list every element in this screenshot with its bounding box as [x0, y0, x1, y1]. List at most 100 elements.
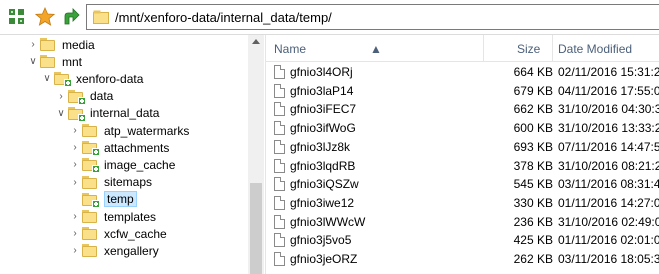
- tree-item-data[interactable]: › data: [54, 88, 113, 105]
- grid-view-icon[interactable]: [6, 6, 28, 28]
- chevron-right-icon[interactable]: ›: [68, 158, 82, 172]
- plus-badge-icon: [78, 113, 86, 122]
- address-bar[interactable]: /mnt/xenforo-data/internal_data/temp/: [86, 4, 659, 30]
- file-name: gfnio3lWWcW: [290, 214, 366, 229]
- file-date: 04/11/2016 17:55:04: [558, 83, 659, 98]
- chevron-right-icon[interactable]: ›: [54, 89, 68, 103]
- chevron-right-icon[interactable]: ›: [68, 210, 82, 224]
- tree-item-xengallery[interactable]: › xengallery: [68, 242, 159, 259]
- tree-item-attachments[interactable]: › attachments: [68, 139, 170, 157]
- tree-item-label: xengallery: [104, 243, 159, 258]
- file-size: 425 KB: [513, 233, 553, 248]
- file-icon: [274, 83, 285, 98]
- tree-item-label: internal_data: [90, 106, 160, 121]
- scroll-up-icon[interactable]: [252, 39, 260, 44]
- folder-icon: [82, 141, 100, 157]
- file-icon: [274, 65, 285, 79]
- tree-item-label: attachments: [104, 140, 170, 155]
- file-size: 662 KB: [513, 102, 553, 117]
- plus-badge-icon: [92, 148, 100, 157]
- file-date: 31/10/2016 04:30:38: [558, 102, 659, 117]
- file-name: gfnio3iwe12: [290, 195, 355, 210]
- tree-item-internal-data[interactable]: ∨ internal_data: [54, 105, 159, 122]
- chevron-right-icon[interactable]: ›: [68, 244, 82, 258]
- tree-scrollbar[interactable]: [248, 35, 264, 274]
- tree-item-mnt[interactable]: ∨ mnt: [26, 53, 82, 70]
- column-name[interactable]: Name: [274, 42, 306, 56]
- file-date: 07/11/2016 14:47:56: [558, 139, 659, 154]
- tree-item-xcfw-cache[interactable]: › xcfw_cache: [68, 225, 167, 242]
- chevron-right-icon[interactable]: ›: [68, 124, 82, 138]
- file-name: gfnio3lJz8k: [290, 139, 351, 154]
- chevron-down-icon[interactable]: ∨: [26, 55, 40, 69]
- file-size: 262 KB: [513, 252, 553, 266]
- tree-item-atp-watermarks[interactable]: › atp_watermarks: [68, 122, 189, 139]
- tree-item-label: mnt: [62, 54, 83, 69]
- file-row[interactable]: gfnio3laP14 679 KB 04/11/2016 17:55:04: [266, 82, 659, 100]
- file-icon: [274, 214, 285, 229]
- file-size: 545 KB: [513, 177, 553, 192]
- tree-item-label: xcfw_cache: [104, 226, 167, 241]
- file-date: 31/10/2016 13:33:24: [558, 121, 659, 136]
- file-row[interactable]: gfnio3iQSZw 545 KB 03/11/2016 08:31:40: [266, 175, 659, 193]
- file-name: gfnio3laP14: [290, 83, 354, 98]
- tree-item-templates[interactable]: › templates: [68, 208, 156, 225]
- file-row[interactable]: gfnio3lWWcW 236 KB 31/10/2016 02:49:02: [266, 213, 659, 231]
- tree-item-label: xenforo-data: [76, 71, 144, 86]
- tree-item-label: temp: [104, 191, 137, 208]
- favorites-star-icon[interactable]: [34, 6, 56, 28]
- tree-item-temp[interactable]: temp: [68, 191, 137, 208]
- address-path[interactable]: /mnt/xenforo-data/internal_data/temp/: [115, 10, 332, 25]
- file-row[interactable]: gfnio3iwe12 330 KB 01/11/2016 14:27:01: [266, 194, 659, 212]
- chevron-right-icon[interactable]: ›: [68, 141, 82, 155]
- file-date: 03/11/2016 18:05:33: [558, 252, 659, 266]
- file-row[interactable]: gfnio3iFEC7 662 KB 31/10/2016 04:30:38: [266, 100, 659, 118]
- folder-icon: [40, 38, 56, 51]
- chevron-right-icon[interactable]: ›: [68, 227, 82, 241]
- chevron-down-icon[interactable]: ∨: [40, 72, 54, 86]
- tree-item-image-cache[interactable]: › image_cache: [68, 156, 175, 174]
- file-date: 31/10/2016 08:21:27: [558, 158, 659, 173]
- file-row[interactable]: gfnio3jeORZ 262 KB 03/11/2016 18:05:33: [266, 250, 659, 268]
- file-date: 01/11/2016 14:27:01: [558, 195, 659, 210]
- plus-badge-icon: [92, 199, 100, 208]
- file-row[interactable]: gfnio3l4ORj 664 KB 02/11/2016 15:31:23: [266, 63, 659, 81]
- tree-item-label: atp_watermarks: [104, 123, 190, 138]
- column-date-modified[interactable]: Date Modified: [558, 42, 632, 56]
- chevron-right-icon[interactable]: ›: [26, 38, 40, 52]
- file-size: 679 KB: [513, 83, 553, 98]
- folder-icon: [82, 210, 98, 223]
- file-list-header: ▲ Name Size Date Modified: [266, 35, 659, 62]
- column-size[interactable]: Size: [517, 42, 540, 56]
- file-row[interactable]: gfnio3lJz8k 693 KB 07/11/2016 14:47:56: [266, 138, 659, 156]
- file-name: gfnio3iQSZw: [290, 177, 359, 192]
- file-size: 330 KB: [513, 195, 553, 210]
- folder-icon: [40, 55, 56, 69]
- tree-item-media[interactable]: › media: [26, 36, 95, 53]
- file-icon: [274, 121, 285, 136]
- file-row[interactable]: gfnio3j5vo5 425 KB 01/11/2016 02:01:09: [266, 231, 659, 249]
- file-size: 664 KB: [513, 65, 553, 79]
- folder-icon: [54, 72, 72, 88]
- tree-item-label: sitemaps: [104, 175, 153, 190]
- file-size: 693 KB: [513, 139, 553, 154]
- plus-badge-icon: [64, 79, 72, 88]
- scrollbar-thumb[interactable]: [250, 183, 262, 274]
- file-icon: [274, 233, 285, 248]
- plus-badge-icon: [92, 165, 100, 174]
- file-name: gfnio3l4ORj: [290, 65, 353, 79]
- file-size: 378 KB: [513, 158, 553, 173]
- file-size: 236 KB: [513, 214, 553, 229]
- chevron-right-icon[interactable]: ›: [68, 175, 82, 189]
- folder-icon: [82, 227, 98, 241]
- file-name: gfnio3iFEC7: [290, 102, 357, 117]
- folder-icon: [93, 10, 109, 27]
- chevron-down-icon[interactable]: ∨: [54, 106, 68, 120]
- tree-item-xenforo-data[interactable]: ∨ xenforo-data: [40, 70, 144, 88]
- file-row[interactable]: gfnio3ifWoG 600 KB 31/10/2016 13:33:24: [266, 119, 659, 137]
- tree-item-sitemaps[interactable]: › sitemaps: [68, 174, 152, 191]
- tree-item-label: media: [62, 37, 95, 52]
- file-icon: [274, 158, 285, 173]
- file-row[interactable]: gfnio3lqdRB 378 KB 31/10/2016 08:21:27: [266, 157, 659, 175]
- go-up-icon[interactable]: [60, 6, 82, 28]
